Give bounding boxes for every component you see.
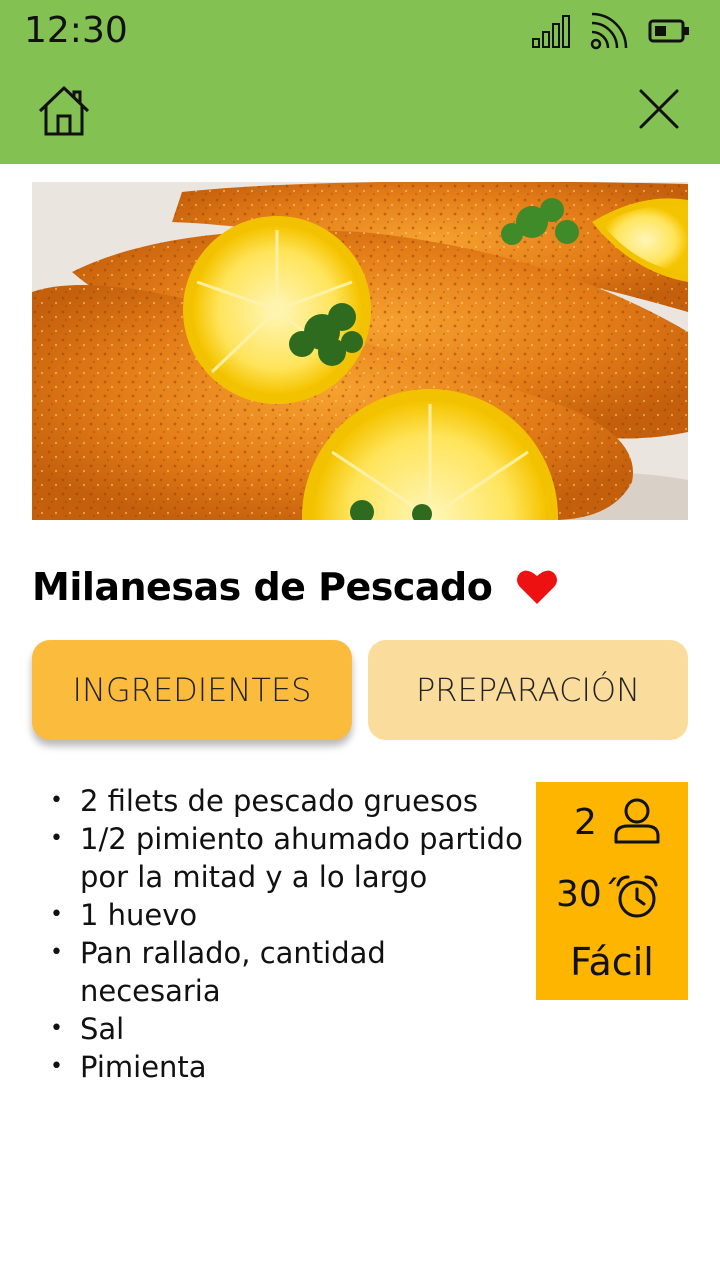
recipe-photo [32,182,688,520]
person-icon [614,798,660,844]
heart-icon[interactable] [516,568,558,606]
battery-icon [648,19,689,43]
tab-ingredients[interactable]: INGREDIENTES [32,640,352,740]
status-time: 12:30 [24,10,128,51]
ingredients-list: 2 filets de pescado gruesos 1/2 pimiento… [48,782,528,1086]
status-icons [532,12,690,50]
list-item: 1/2 pimiento ahumado partido por la mita… [48,820,528,896]
status-bar: 12:30 [0,0,720,64]
tab-preparation[interactable]: PREPARACIÓN [368,640,688,740]
recipe-info-box: 2 30´ Fácil [536,782,688,1000]
title-row: Milanesas de Pescado [32,560,688,614]
list-item: Pimienta [48,1048,528,1086]
close-icon[interactable] [638,88,680,130]
alarm-clock-icon [616,875,658,918]
list-item: 1 huevo [48,896,528,934]
difficulty-value: Fácil [570,940,654,984]
list-item: Pan rallado, cantidad necesaria [48,934,528,1010]
signal-icon [532,15,570,48]
wifi-icon [590,12,628,50]
time-value: 30´ [556,874,620,915]
home-icon[interactable] [36,84,92,138]
servings-value: 2 [574,802,597,843]
recipe-title: Milanesas de Pescado [32,565,493,609]
list-item: 2 filets de pescado gruesos [48,782,528,820]
app-bar [0,64,720,164]
list-item: Sal [48,1010,528,1048]
